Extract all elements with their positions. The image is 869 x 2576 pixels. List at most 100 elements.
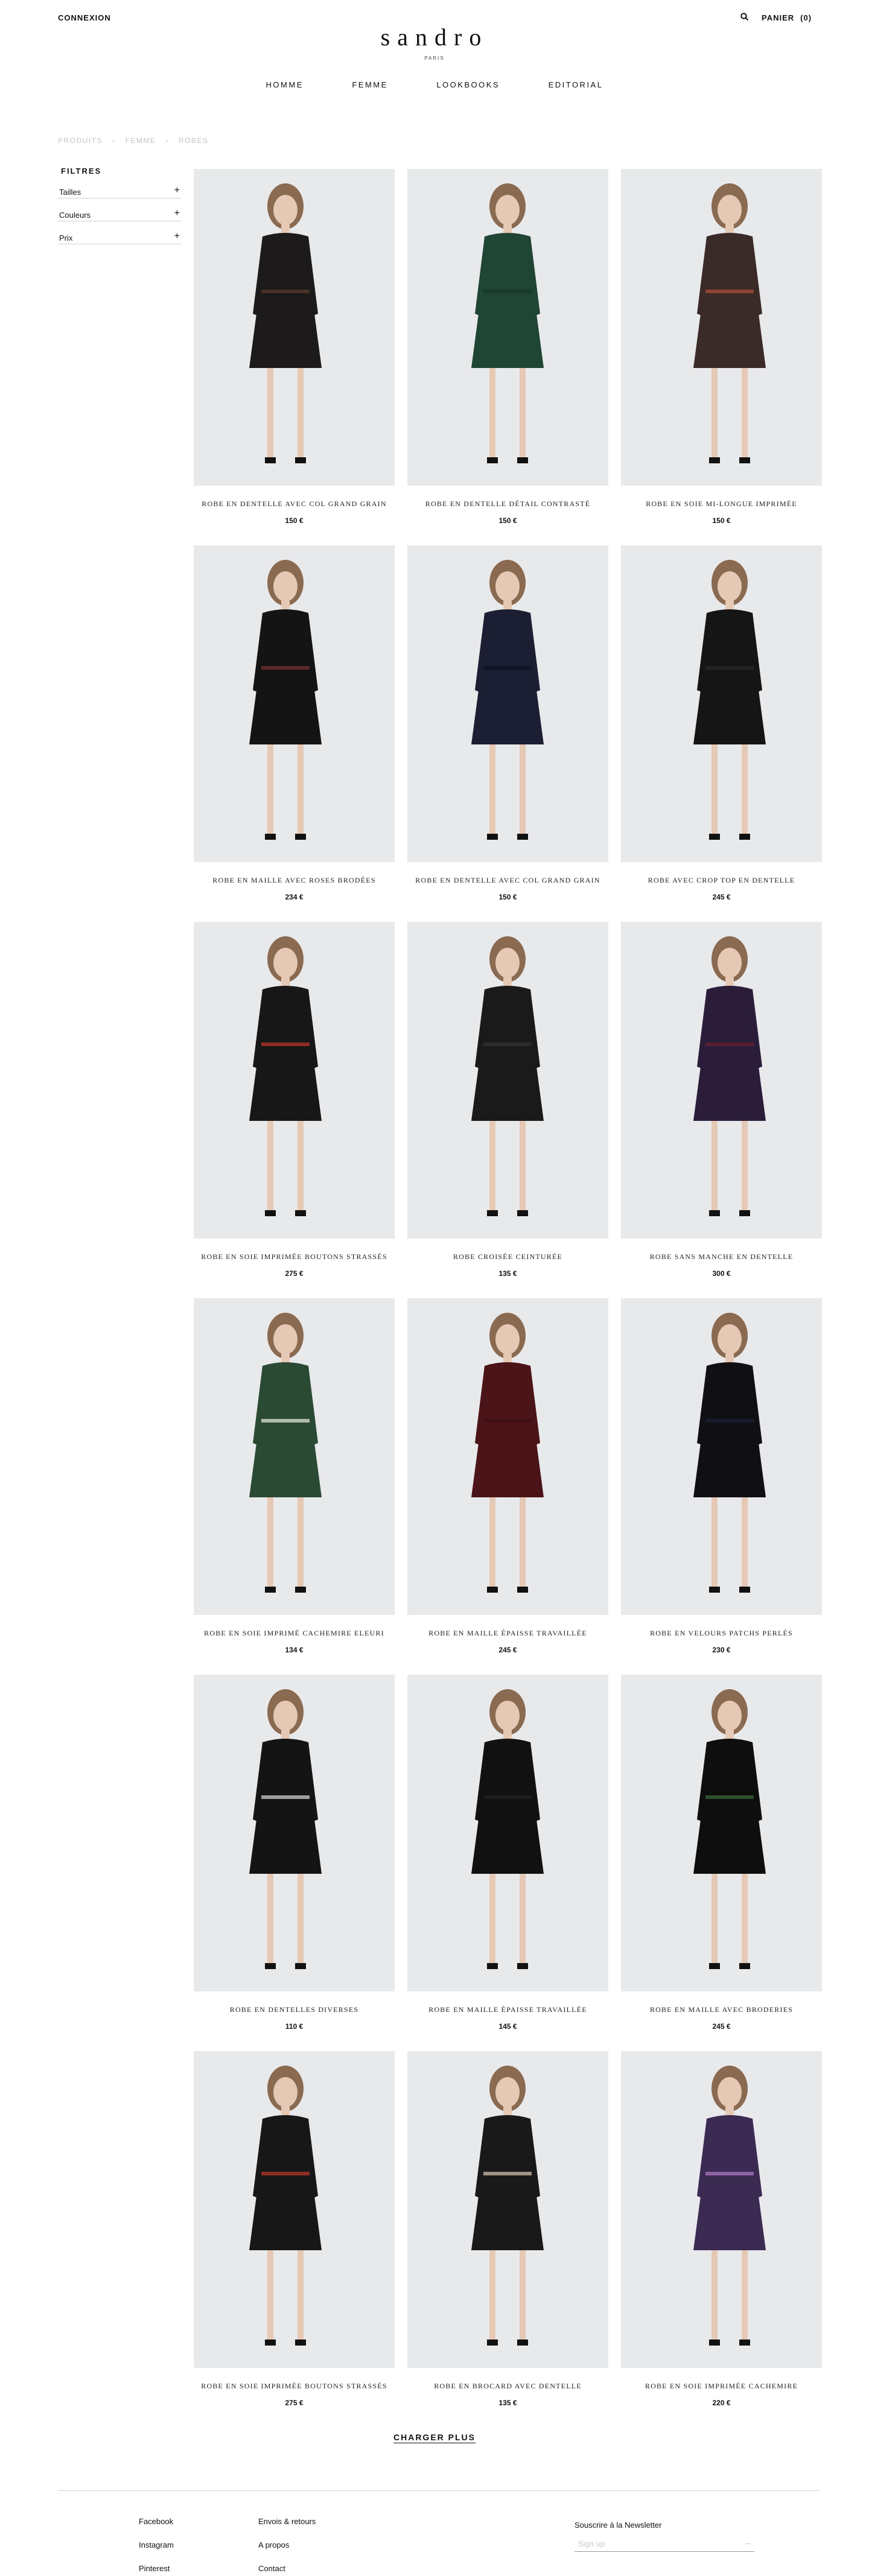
product-card[interactable]: ROBE EN SOIE IMPRIMÉ CACHEMIRE ELEURI 134… [194,1298,395,1672]
product-card[interactable]: ROBE AVEC CROP TOP EN DENTELLE 245 € [621,545,822,919]
model-silhouette [194,169,395,486]
model-silhouette [407,922,608,1239]
product-card[interactable]: ROBE EN SOIE MI-LONGUE IMPRIMÉE 150 € [621,169,822,543]
product-name[interactable]: ROBE EN MAILLE ÉPAISSE TRAVAILLÉE [407,1629,608,1638]
product-card[interactable]: ROBE EN BROCARD AVEC DENTELLE 135 € [407,2051,608,2425]
search-icon[interactable] [740,12,750,22]
product-image[interactable] [621,2051,822,2368]
product-name[interactable]: ROBE AVEC CROP TOP EN DENTELLE [621,876,822,885]
brand-logo[interactable]: sandro [0,23,869,51]
login-link[interactable]: CONNEXION [58,13,111,22]
product-image[interactable] [621,922,822,1239]
newsletter-email-input[interactable] [575,2536,754,2552]
product-price: 145 € [498,2022,517,2031]
breadcrumb-produits[interactable]: PRODUITS [58,136,103,145]
product-image[interactable] [407,545,608,862]
footer-link-facebook[interactable]: Facebook [139,2517,174,2540]
product-image[interactable] [194,1298,395,1615]
product-name[interactable]: ROBE EN SOIE MI-LONGUE IMPRIMÉE [621,500,822,509]
product-name[interactable]: ROBE EN MAILLE ÉPAISSE TRAVAILLÉE [407,2005,608,2014]
product-price: 134 € [285,1646,304,1654]
product-name[interactable]: ROBE SANS MANCHE EN DENTELLE [621,1252,822,1261]
product-card[interactable]: ROBE CROISÉE CEINTURÉE 135 € [407,922,608,1296]
product-image[interactable] [194,169,395,486]
product-card[interactable]: ROBE EN DENTELLE AVEC COL GRAND GRAIN 150… [407,545,608,919]
product-image[interactable] [621,545,822,862]
product-image[interactable] [407,1675,608,1991]
product-card[interactable]: ROBE EN MAILLE AVEC ROSES BRODÉES 234 € [194,545,395,919]
product-image[interactable] [407,169,608,486]
model-silhouette [194,922,395,1239]
model-silhouette [621,545,822,862]
product-card[interactable]: ROBE EN DENTELLE DÉTAIL CONTRASTÉ 150 € [407,169,608,543]
filter-tailles[interactable]: Tailles + [58,176,181,198]
product-name[interactable]: ROBE EN SOIE IMPRIMÉE CACHEMIRE [621,2382,822,2391]
footer-link-instagram[interactable]: Instagram [139,2540,174,2564]
nav-item-homme[interactable]: HOMME [266,80,304,89]
model-silhouette [194,1675,395,1991]
product-card[interactable]: ROBE EN VELOURS PATCHS PERLÉS 230 € [621,1298,822,1672]
product-name[interactable]: ROBE EN VELOURS PATCHS PERLÉS [621,1629,822,1638]
product-name[interactable]: ROBE EN DENTELLE DÉTAIL CONTRASTÉ [407,500,608,509]
product-card[interactable]: ROBE EN SOIE IMPRIMÉE CACHEMIRE 220 € [621,2051,822,2425]
product-card[interactable]: ROBE EN MAILLE ÉPAISSE TRAVAILLÉE 245 € [407,1298,608,1672]
breadcrumb-separator: › [165,136,169,145]
product-name[interactable]: ROBE EN MAILLE AVEC BRODERIES [621,2005,822,2014]
product-image[interactable] [407,922,608,1239]
product-name[interactable]: ROBE EN MAILLE AVEC ROSES BRODÉES [194,876,395,885]
product-image[interactable] [407,2051,608,2368]
product-image[interactable] [407,1298,608,1615]
breadcrumb-femme[interactable]: FEMME [126,136,156,145]
footer-link-shipping[interactable]: Envois & retours [258,2517,316,2540]
filters-title: FILTRES [61,167,102,176]
nav-item-editorial[interactable]: EDITORIAL [549,80,603,89]
product-card[interactable]: ROBE EN DENTELLE AVEC COL GRAND GRAIN 150… [194,169,395,543]
footer-link-about[interactable]: A propos [258,2540,316,2564]
product-card[interactable]: ROBE SANS MANCHE EN DENTELLE 300 € [621,922,822,1296]
model-silhouette [621,169,822,486]
product-image[interactable] [194,1675,395,1991]
product-image[interactable] [194,2051,395,2368]
product-name[interactable]: ROBE CROISÉE CEINTURÉE [407,1252,608,1261]
footer-link-contact[interactable]: Contact [258,2564,316,2576]
product-price: 135 € [498,2399,517,2407]
product-price: 234 € [285,893,304,901]
product-card[interactable]: ROBE EN MAILLE ÉPAISSE TRAVAILLÉE 145 € [407,1675,608,2049]
footer-link-pinterest[interactable]: Pinterest [139,2564,174,2576]
product-image[interactable] [621,1675,822,1991]
product-name[interactable]: ROBE EN SOIE IMPRIMÉ CACHEMIRE ELEURI [194,1629,395,1638]
load-more-button[interactable]: CHARGER PLUS [393,2432,476,2442]
product-image[interactable] [194,922,395,1239]
product-name[interactable]: ROBE EN DENTELLE AVEC COL GRAND GRAIN [407,876,608,885]
filter-couleurs[interactable]: Couleurs + [58,198,181,221]
product-image[interactable] [621,169,822,486]
product-image[interactable] [621,1298,822,1615]
footer-info-links: Envois & retours A propos Contact [258,2517,316,2576]
product-price: 150 € [712,516,731,525]
product-name[interactable]: ROBE EN SOIE IMPRIMÉE BOUTONS STRASSÉS [194,2382,395,2391]
product-name[interactable]: ROBE EN SOIE IMPRIMÉE BOUTONS STRASSÉS [194,1252,395,1261]
model-silhouette [407,169,608,486]
nav-item-femme[interactable]: FEMME [352,80,387,89]
product-card[interactable]: ROBE EN SOIE IMPRIMÉE BOUTONS STRASSÉS 27… [194,922,395,1296]
product-price: 245 € [712,2022,731,2031]
product-price: 135 € [498,1269,517,1278]
model-silhouette [621,922,822,1239]
model-silhouette [194,545,395,862]
model-silhouette [407,1675,608,1991]
model-silhouette [621,1675,822,1991]
filter-label: Couleurs [59,211,91,220]
cart-button[interactable]: PANIER (0) [762,13,812,22]
product-name[interactable]: ROBE EN DENTELLE AVEC COL GRAND GRAIN [194,500,395,509]
filter-prix[interactable]: Prix + [58,221,181,244]
product-name[interactable]: ROBE EN DENTELLES DIVERSES [194,2005,395,2014]
product-card[interactable]: ROBE EN MAILLE AVEC BRODERIES 245 € [621,1675,822,2049]
nav-item-lookbooks[interactable]: LOOKBOOKS [436,80,500,89]
product-card[interactable]: ROBE EN DENTELLES DIVERSES 110 € [194,1675,395,2049]
product-name[interactable]: ROBE EN BROCARD AVEC DENTELLE [407,2382,608,2391]
arrow-right-icon[interactable]: → [743,2537,752,2547]
product-card[interactable]: ROBE EN SOIE IMPRIMÉE BOUTONS STRASSÉS 27… [194,2051,395,2425]
product-image[interactable] [194,545,395,862]
brand-logo-subtitle: PARIS [424,56,445,61]
breadcrumb-robes[interactable]: ROBES [179,136,209,145]
